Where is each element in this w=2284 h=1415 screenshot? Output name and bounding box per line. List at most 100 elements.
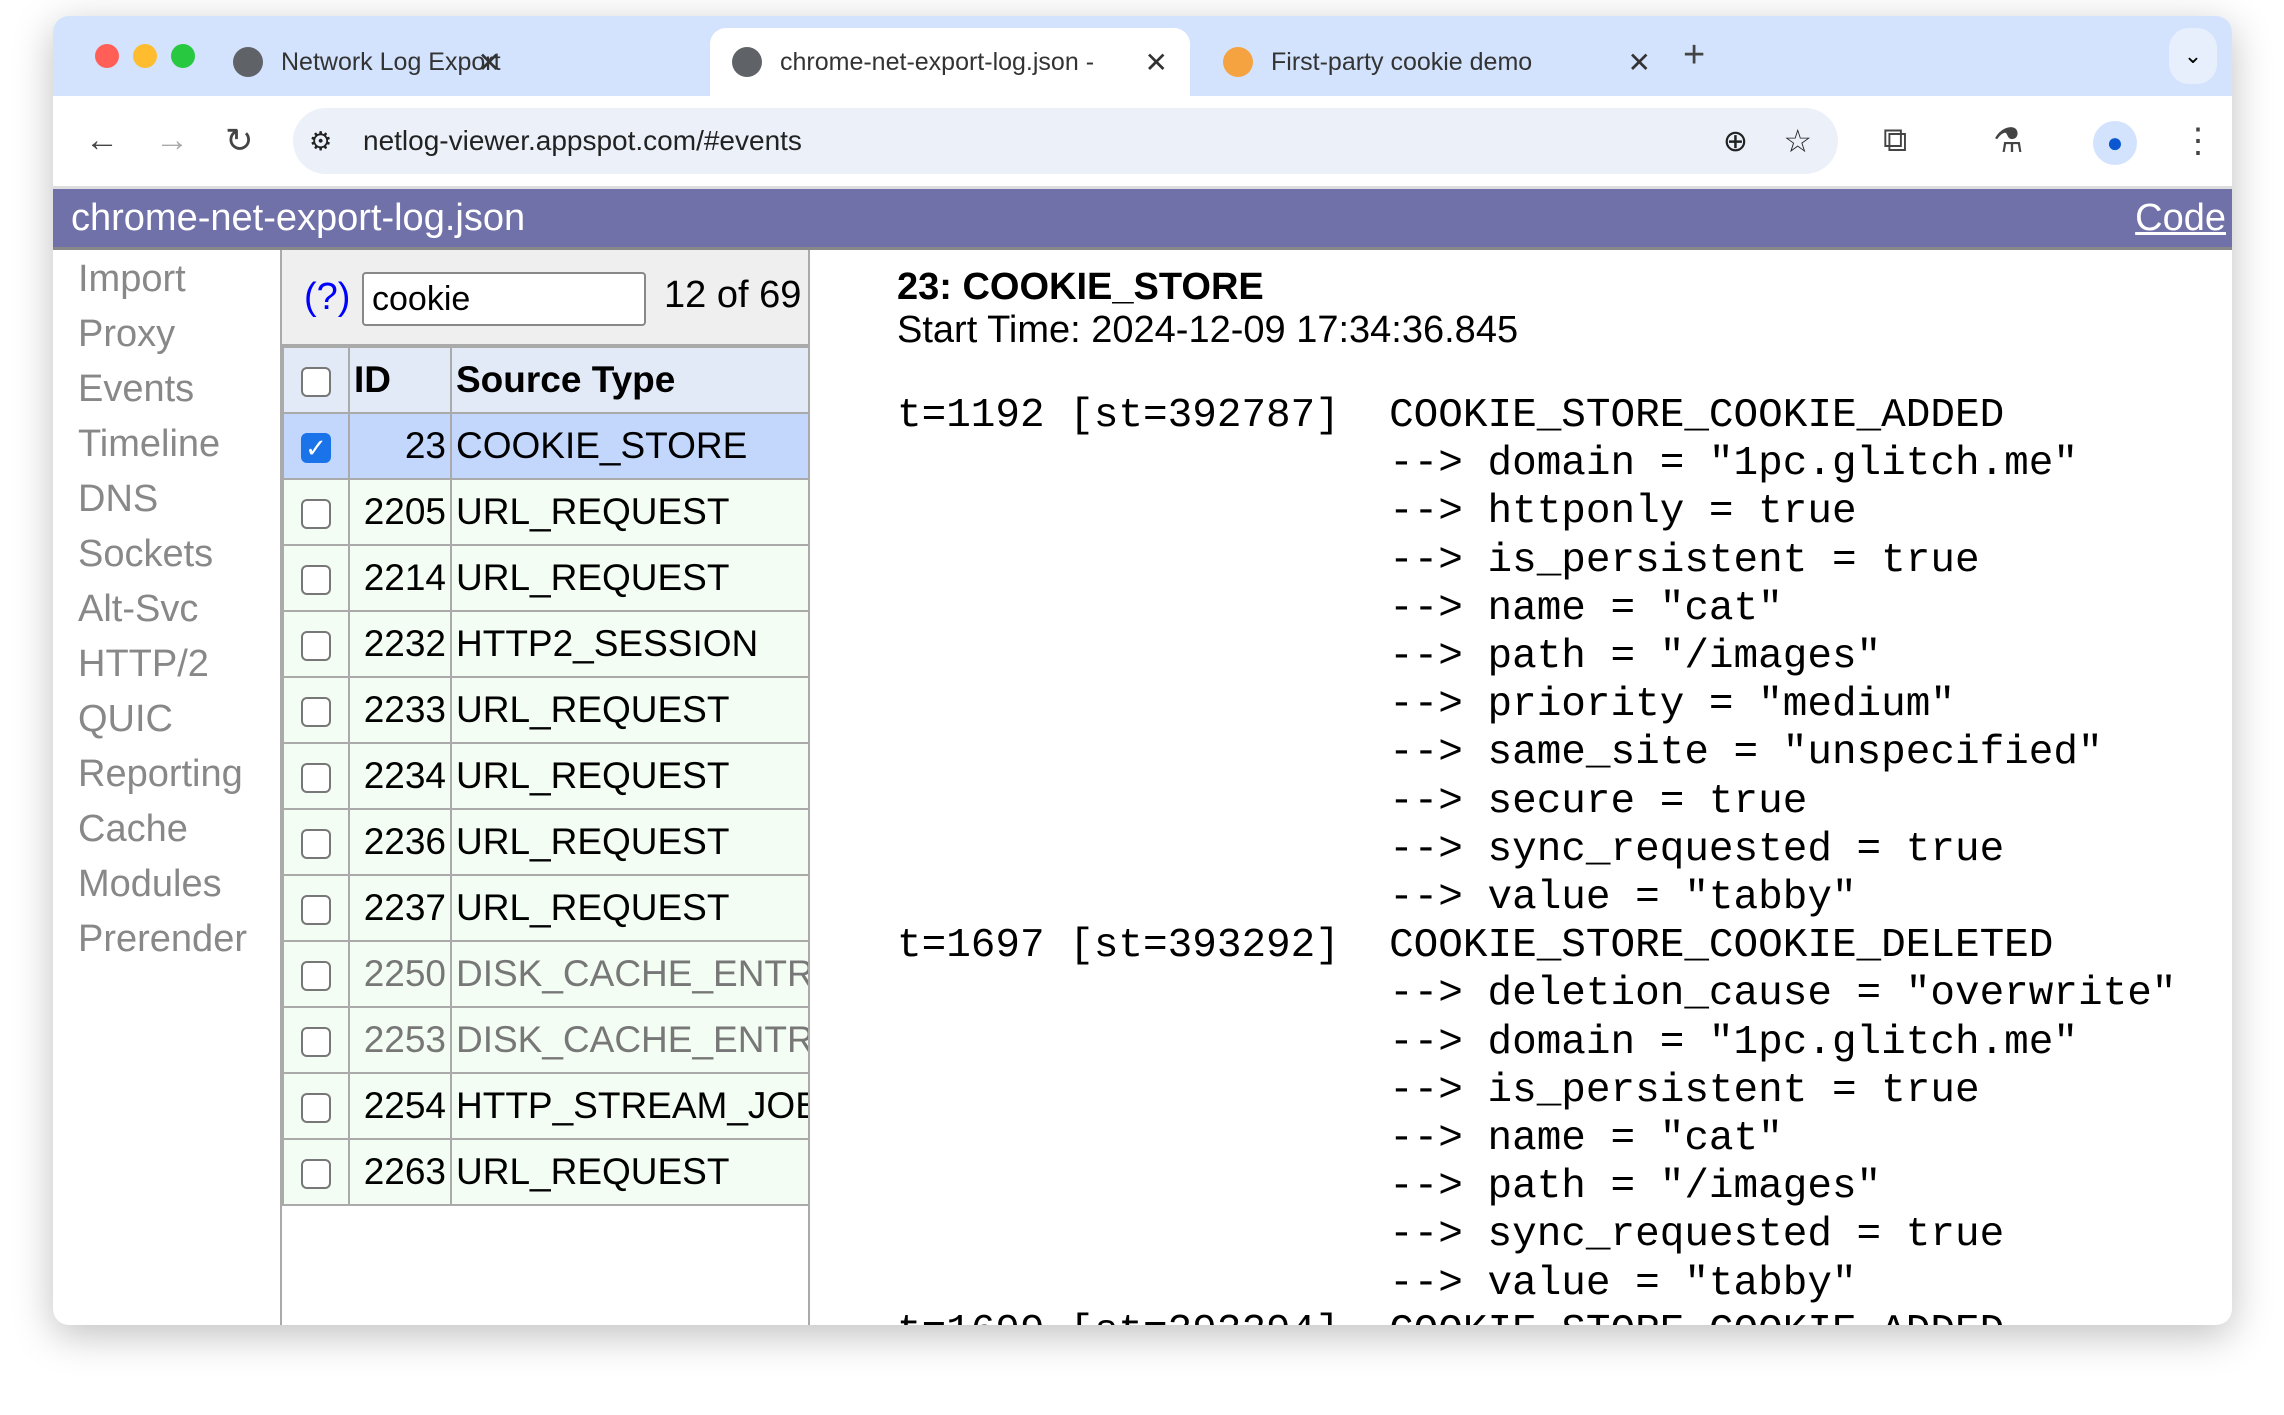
address-bar[interactable]: ⚙ netlog-viewer.appspot.com/#events ⊕ ☆ [293,108,1838,174]
tab-bar: Network Log Export ✕ chrome-net-export-lo… [53,16,2232,96]
event-start-time: Start Time: 2024-12-09 17:34:36.845 [897,309,1519,351]
sidebar-item-import[interactable]: Import [78,254,280,309]
row-checkbox-cell [282,1072,350,1140]
minimize-window-button[interactable] [133,44,157,68]
row-checkbox[interactable] [301,829,331,860]
row-source-type: URL_REQUEST [450,742,810,810]
table-row[interactable]: 2250 DISK_CACHE_ENTRY [282,940,810,1008]
row-checkbox-cell [282,676,350,744]
table-row[interactable]: 2237 URL_REQUEST [282,874,810,942]
sidebar-item-prerender[interactable]: Prerender [78,914,280,969]
id-column-header[interactable]: ID [348,346,452,414]
new-tab-button[interactable]: + [1683,34,1705,77]
row-source-type: URL_REQUEST [450,478,810,546]
row-checkbox[interactable] [301,1159,331,1190]
table-row[interactable]: 2233 URL_REQUEST [282,676,810,744]
filter-help-link[interactable]: (?) [304,276,350,319]
extensions-icon[interactable]: ⧉ [1883,121,1907,160]
row-checkbox[interactable] [301,697,331,728]
select-all-checkbox[interactable] [301,367,331,398]
sidebar-item-alt-svc[interactable]: Alt-Svc [78,584,280,639]
row-checkbox[interactable] [301,631,331,662]
tab-search-button[interactable]: ⌄ [2169,28,2217,84]
row-checkbox[interactable] [301,895,331,926]
events-list-panel: (?) 12 of 69 ID Source Type ✓ 23COOKIE_ST… [282,250,810,1325]
sidebar-item-events[interactable]: Events [78,364,280,419]
back-icon[interactable]: ← [85,121,119,160]
table-row[interactable]: 2236 URL_REQUEST [282,808,810,876]
row-source-type: URL_REQUEST [450,676,810,744]
close-tab-icon[interactable]: ✕ [478,46,501,79]
row-checkbox[interactable] [301,763,331,794]
row-checkbox[interactable] [301,961,331,992]
row-checkbox-cell [282,742,350,810]
row-source-type: DISK_CACHE_ENTRY [450,940,810,1008]
profile-avatar[interactable]: ● [2093,121,2137,165]
row-checkbox[interactable] [301,1093,331,1124]
event-log: t=1192 [st=392787] COOKIE_STORE_COOKIE_A… [897,393,2177,1325]
code-link[interactable]: Code [2135,197,2226,240]
row-checkbox[interactable] [301,565,331,596]
toolbar: ← → ↻ ⚙ netlog-viewer.appspot.com/#event… [53,96,2232,189]
sidebar-item-proxy[interactable]: Proxy [78,309,280,364]
row-checkbox-cell [282,940,350,1008]
table-header-row: ID Source Type [282,346,810,414]
sidebar-item-http-2[interactable]: HTTP/2 [78,639,280,694]
close-tab-icon[interactable]: ✕ [1628,46,1651,79]
row-id: 2254 [348,1072,452,1140]
labs-flask-icon[interactable]: ⚗ [1993,121,2023,161]
row-source-type: URL_REQUEST [450,1138,810,1206]
table-row[interactable]: 2214 URL_REQUEST [282,544,810,612]
table-row[interactable]: 2263 URL_REQUEST [282,1138,810,1206]
table-row[interactable]: 2205 URL_REQUEST [282,478,810,546]
row-id: 2233 [348,676,452,744]
row-checkbox-cell [282,874,350,942]
table-row[interactable]: 2253 DISK_CACHE_ENTRY [282,1006,810,1074]
row-checkbox-cell [282,610,350,678]
row-checkbox[interactable] [301,1027,331,1058]
app-title: chrome-net-export-log.json [71,197,526,239]
sidebar-item-dns[interactable]: DNS [78,474,280,529]
tab-network-log-export[interactable]: Network Log Export ✕ [203,28,523,96]
zoom-icon[interactable]: ⊕ [1723,124,1748,159]
forward-icon[interactable]: → [155,121,189,160]
row-id: 2253 [348,1006,452,1074]
row-source-type: URL_REQUEST [450,808,810,876]
source-type-column-header[interactable]: Source Type [450,346,810,414]
row-checkbox[interactable]: ✓ [301,433,331,464]
close-window-button[interactable] [95,44,119,68]
table-row[interactable]: 2254 HTTP_STREAM_JOB [282,1072,810,1140]
site-info-icon[interactable]: ⚙ [309,126,332,157]
select-all-cell [282,346,350,414]
url-text: netlog-viewer.appspot.com/#events [363,125,802,156]
sidebar-item-timeline[interactable]: Timeline [78,419,280,474]
maximize-window-button[interactable] [171,44,195,68]
row-id: 2234 [348,742,452,810]
reload-icon[interactable]: ↻ [225,121,254,161]
tab-chrome-net-export-log[interactable]: chrome-net-export-log.json - ✕ [710,28,1190,96]
row-id: 2236 [348,808,452,876]
table-row[interactable]: 2234 URL_REQUEST [282,742,810,810]
tab-title: chrome-net-export-log.json - [780,47,1095,76]
row-checkbox-cell [282,1006,350,1074]
table-row[interactable]: ✓ 23 COOKIE_STORE [282,412,810,480]
event-detail-panel: 23: COOKIE_STORE Start Time: 2024-12-09 … [897,250,2232,1325]
browser-window: Network Log Export ✕ chrome-net-export-lo… [53,16,2232,1325]
row-checkbox[interactable] [301,499,331,530]
table-row[interactable]: 2232 HTTP2_SESSION [282,610,810,678]
sidebar-item-sockets[interactable]: Sockets [78,529,280,584]
filter-input[interactable] [362,272,646,326]
row-checkbox-cell [282,1138,350,1206]
row-id: 2263 [348,1138,452,1206]
close-tab-icon[interactable]: ✕ [1145,46,1168,79]
sidebar-item-quic[interactable]: QUIC [78,694,280,749]
row-id: 2237 [348,874,452,942]
sidebar-item-modules[interactable]: Modules [78,859,280,914]
sidebar-item-reporting[interactable]: Reporting [78,749,280,804]
row-source-type: DISK_CACHE_ENTRY [450,1006,810,1074]
menu-kebab-icon[interactable]: ⋮ [2181,121,2215,161]
tab-first-party-cookie-demo[interactable]: First-party cookie demo ✕ [1203,28,1673,96]
bookmark-star-icon[interactable]: ☆ [1783,122,1812,160]
sidebar-item-cache[interactable]: Cache [78,804,280,859]
row-checkbox-cell: ✓ [282,412,350,480]
